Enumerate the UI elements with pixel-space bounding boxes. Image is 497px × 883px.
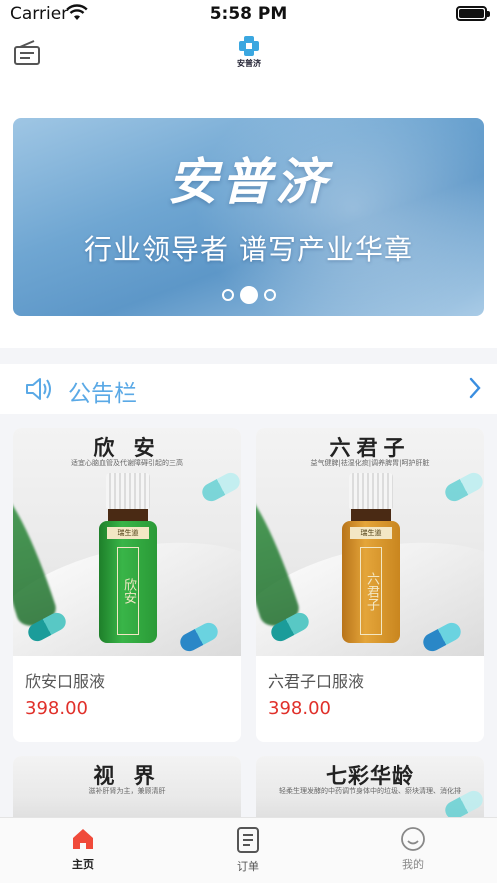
carousel-dots — [13, 286, 484, 304]
product-name: 六君子口服液 — [268, 672, 365, 691]
notice-bar[interactable]: 公告栏 — [0, 364, 497, 414]
carousel-dot-active[interactable] — [239, 286, 258, 304]
product-card[interactable]: 视 界 滋补肝肾为主，兼顾清肝 — [13, 756, 241, 826]
tab-home[interactable]: 主页 — [33, 826, 133, 876]
notice-label: 公告栏 — [68, 381, 137, 407]
tab-bar: 主页 订单 我的 — [0, 817, 497, 883]
tab-profile[interactable]: 我的 — [363, 826, 463, 876]
logo-cross-icon — [239, 36, 259, 56]
speaker-icon — [26, 378, 51, 400]
product-subtitle: 适宜心脑血管及代谢障碍引起的三高 — [71, 459, 183, 467]
product-subtitle: 滋补肝肾为主，兼顾清肝 — [88, 787, 166, 795]
profile-icon — [401, 827, 425, 851]
app-logo: 安普济 — [228, 34, 270, 72]
product-price: 398.00 — [268, 698, 331, 719]
promo-banner[interactable]: 安普济 行业领导者 谱写产业华章 — [13, 118, 484, 316]
product-card[interactable]: 六君子 益气健脾|祛湿化痰|调养脾胃|呵护肝脏 瑞生道 六君子 六君子口服液 3… — [256, 428, 484, 742]
bottle-image: 瑞生道 欣安 — [99, 473, 157, 643]
tab-orders[interactable]: 订单 — [198, 826, 298, 876]
product-subtitle: 益气健脾|祛湿化痰|调养脾胃|呵护肝脏 — [310, 459, 430, 467]
hero-section: 安普济 行业领导者 谱写产业华章 — [0, 78, 497, 348]
chevron-right-icon[interactable] — [469, 377, 481, 399]
product-subtitle: 轻柔生理发酵的中药调节身体中的垃圾、瘀块清理、消化排 — [279, 787, 461, 795]
orders-icon — [237, 827, 259, 853]
tab-label: 主页 — [72, 858, 94, 871]
status-time: 5:58 PM — [209, 4, 288, 24]
product-image: 七彩华龄 轻柔生理发酵的中药调节身体中的垃圾、瘀块清理、消化排 — [256, 756, 484, 826]
product-image: 六君子 益气健脾|祛湿化痰|调养脾胃|呵护肝脏 瑞生道 六君子 — [256, 428, 484, 656]
banner-slogan: 行业领导者 谱写产业华章 — [84, 233, 413, 266]
carousel-dot[interactable] — [221, 289, 234, 301]
logo-text: 安普济 — [237, 59, 261, 68]
banner-title: 安普济 — [167, 153, 330, 211]
product-image: 视 界 滋补肝肾为主，兼顾清肝 — [13, 756, 241, 826]
battery-icon — [456, 6, 490, 21]
product-image: 欣 安 适宜心脑血管及代谢障碍引起的三高 瑞生道 欣安 — [13, 428, 241, 656]
carousel-dot[interactable] — [263, 289, 276, 301]
product-card[interactable]: 七彩华龄 轻柔生理发酵的中药调节身体中的垃圾、瘀块清理、消化排 — [256, 756, 484, 826]
product-card[interactable]: 欣 安 适宜心脑血管及代谢障碍引起的三高 瑞生道 欣安 欣安口服液 398.00 — [13, 428, 241, 742]
product-price: 398.00 — [25, 698, 88, 719]
tab-label: 订单 — [237, 860, 259, 873]
nav-bar: 安普济 — [0, 30, 497, 78]
product-name: 欣安口服液 — [25, 672, 106, 691]
status-bar: Carrier 5:58 PM — [0, 0, 497, 30]
tab-label: 我的 — [402, 858, 424, 871]
menu-box-icon[interactable] — [12, 38, 42, 68]
home-icon — [73, 829, 93, 849]
bottle-image: 瑞生道 六君子 — [342, 473, 400, 643]
